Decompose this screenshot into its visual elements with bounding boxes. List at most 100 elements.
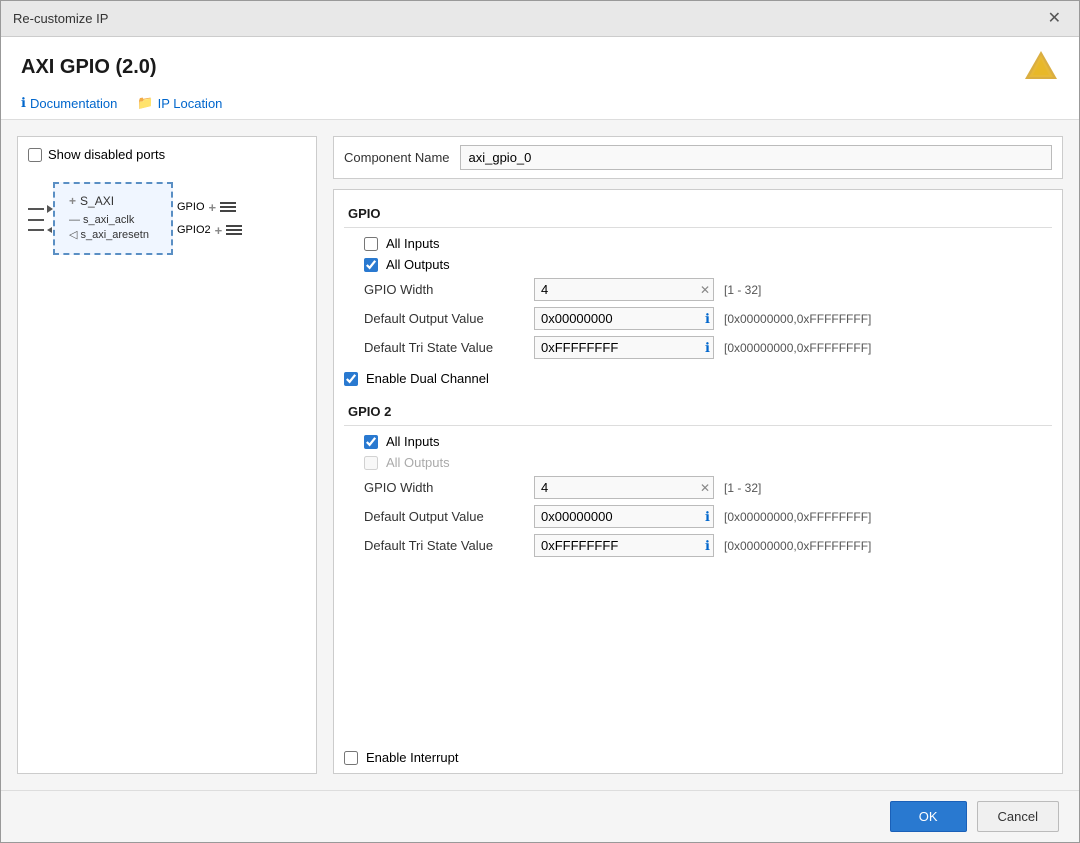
enable-interrupt-label: Enable Interrupt — [366, 750, 459, 765]
expand-icon: + — [69, 194, 76, 208]
gpio-width-input-wrap: ✕ — [534, 278, 714, 301]
default-output-input-wrap: ℹ — [534, 307, 714, 330]
ip-block: + S_AXI — s_axi_aclk ◁ s_axi_aresetn — [53, 182, 173, 255]
gpio2-default-output-info[interactable]: ℹ — [705, 509, 710, 525]
close-button[interactable]: ✕ — [1042, 9, 1067, 29]
gpio2-all-inputs-checkbox[interactable] — [364, 435, 378, 449]
aclk-line — [28, 219, 44, 221]
all-inputs-row: All Inputs — [364, 236, 1052, 251]
gpio2-width-row: GPIO Width ✕ [1 - 32] — [364, 476, 1052, 499]
component-name-input[interactable] — [460, 145, 1053, 170]
aclk-label: s_axi_aclk — [83, 214, 134, 226]
gpio2-bus — [226, 225, 242, 235]
left-panel: Show disabled ports — [17, 136, 317, 774]
default-tristate-info[interactable]: ℹ — [705, 340, 710, 356]
gpio2-all-inputs-label: All Inputs — [386, 434, 439, 449]
enable-interrupt-row: Enable Interrupt — [334, 742, 1062, 773]
gpio2-width-label: GPIO Width — [364, 480, 524, 495]
gpio2-default-tristate-input-wrap: ℹ — [534, 534, 714, 557]
aresetn-label-row: ◁ s_axi_aresetn — [69, 228, 157, 241]
enable-interrupt-checkbox[interactable] — [344, 751, 358, 765]
gpio-bus-line3 — [220, 210, 236, 212]
show-ports-label: Show disabled ports — [48, 147, 165, 162]
dual-channel-row: Enable Dual Channel — [344, 367, 1052, 390]
dual-channel-checkbox[interactable] — [344, 372, 358, 386]
show-ports-row: Show disabled ports — [28, 147, 306, 162]
config-area: GPIO All Inputs All Outputs GPIO Width — [333, 189, 1063, 774]
gpio-width-input[interactable] — [534, 278, 714, 301]
ip-block-title: + S_AXI — [69, 194, 157, 208]
info-icon: ℹ — [21, 95, 26, 111]
gpio-width-range: [1 - 32] — [724, 283, 761, 297]
default-tristate-input-wrap: ℹ — [534, 336, 714, 359]
gpio2-all-outputs-checkbox[interactable] — [364, 456, 378, 470]
right-ports: GPIO + GPIO2 + — [177, 200, 242, 238]
cancel-button[interactable]: Cancel — [977, 801, 1059, 832]
default-tristate-label: Default Tri State Value — [364, 340, 524, 355]
gpio-label: GPIO — [177, 201, 205, 213]
default-tristate-range: [0x00000000,0xFFFFFFFF] — [724, 341, 871, 355]
gpio2-default-tristate-range: [0x00000000,0xFFFFFFFF] — [724, 539, 871, 553]
default-output-range: [0x00000000,0xFFFFFFFF] — [724, 312, 871, 326]
default-output-info[interactable]: ℹ — [705, 311, 710, 327]
default-tristate-input[interactable] — [534, 336, 714, 359]
gpio2-label: GPIO2 — [177, 224, 211, 236]
default-tristate-row: Default Tri State Value ℹ [0x00000000,0x… — [364, 336, 1052, 359]
gpio2-port: GPIO2 + — [177, 223, 242, 238]
gpio-section: GPIO All Inputs All Outputs GPIO Width — [344, 200, 1052, 359]
gpio2-width-input[interactable] — [534, 476, 714, 499]
s-axi-port — [28, 205, 53, 213]
gpio-section-header: GPIO — [344, 200, 1052, 228]
config-scroll[interactable]: GPIO All Inputs All Outputs GPIO Width — [334, 190, 1062, 742]
aresetn-label: s_axi_aresetn — [80, 229, 149, 241]
gpio2-all-outputs-row: All Outputs — [364, 455, 1052, 470]
ip-diagram: + S_AXI — s_axi_aclk ◁ s_axi_aresetn — [28, 182, 306, 255]
gpio2-section: GPIO 2 All Inputs All Outputs GPIO Width — [344, 398, 1052, 557]
ok-button[interactable]: OK — [890, 801, 967, 832]
gpio2-bus-line2 — [226, 229, 242, 231]
footer: OK Cancel — [1, 790, 1079, 842]
header-links: ℹ Documentation 📁 IP Location — [21, 95, 1059, 119]
gpio2-bus-line1 — [226, 225, 242, 227]
all-outputs-label: All Outputs — [386, 257, 450, 272]
documentation-link[interactable]: ℹ Documentation — [21, 95, 117, 111]
gpio2-all-inputs-row: All Inputs — [364, 434, 1052, 449]
gpio2-default-output-input-wrap: ℹ — [534, 505, 714, 528]
gpio2-default-output-input[interactable] — [534, 505, 714, 528]
gpio2-default-output-label: Default Output Value — [364, 509, 524, 524]
right-panel: Component Name GPIO All Inputs — [333, 136, 1063, 774]
title-bar: Re-customize IP ✕ — [1, 1, 1079, 37]
gpio-port: GPIO + — [177, 200, 242, 215]
gpio-bus — [220, 202, 236, 212]
show-ports-checkbox[interactable] — [28, 148, 42, 162]
all-inputs-checkbox[interactable] — [364, 237, 378, 251]
aresetn-port — [28, 227, 53, 233]
window-title: Re-customize IP — [13, 11, 108, 26]
gpio2-default-tristate-row: Default Tri State Value ℹ [0x00000000,0x… — [364, 534, 1052, 557]
gpio2-width-input-wrap: ✕ — [534, 476, 714, 499]
gpio2-width-clear[interactable]: ✕ — [700, 481, 710, 495]
gpio2-all-outputs-label: All Outputs — [386, 455, 450, 470]
gpio2-plus: + — [215, 223, 223, 238]
dialog-header: AXI GPIO (2.0) ℹ Documentation 📁 IP Loca… — [1, 37, 1079, 120]
gpio2-default-output-range: [0x00000000,0xFFFFFFFF] — [724, 510, 871, 524]
gpio2-default-tristate-info[interactable]: ℹ — [705, 538, 710, 554]
all-outputs-checkbox[interactable] — [364, 258, 378, 272]
all-outputs-row: All Outputs — [364, 257, 1052, 272]
dialog-window: Re-customize IP ✕ AXI GPIO (2.0) ℹ Docum… — [0, 0, 1080, 843]
s-axi-label: S_AXI — [80, 194, 114, 208]
left-ports — [28, 205, 53, 233]
ip-location-link[interactable]: 📁 IP Location — [137, 95, 222, 111]
default-output-input[interactable] — [534, 307, 714, 330]
dialog-title-row: AXI GPIO (2.0) — [21, 49, 1059, 85]
gpio-bus-line1 — [220, 202, 236, 204]
gpio-width-label: GPIO Width — [364, 282, 524, 297]
gpio2-default-output-row: Default Output Value ℹ [0x00000000,0xFFF… — [364, 505, 1052, 528]
aclk-port — [28, 219, 53, 221]
gpio2-default-tristate-input[interactable] — [534, 534, 714, 557]
gpio-width-clear[interactable]: ✕ — [700, 283, 710, 297]
dialog-title-text: AXI GPIO (2.0) — [21, 56, 157, 79]
gpio2-section-header: GPIO 2 — [344, 398, 1052, 426]
default-output-row: Default Output Value ℹ [0x00000000,0xFFF… — [364, 307, 1052, 330]
dialog-body: Show disabled ports — [1, 120, 1079, 790]
